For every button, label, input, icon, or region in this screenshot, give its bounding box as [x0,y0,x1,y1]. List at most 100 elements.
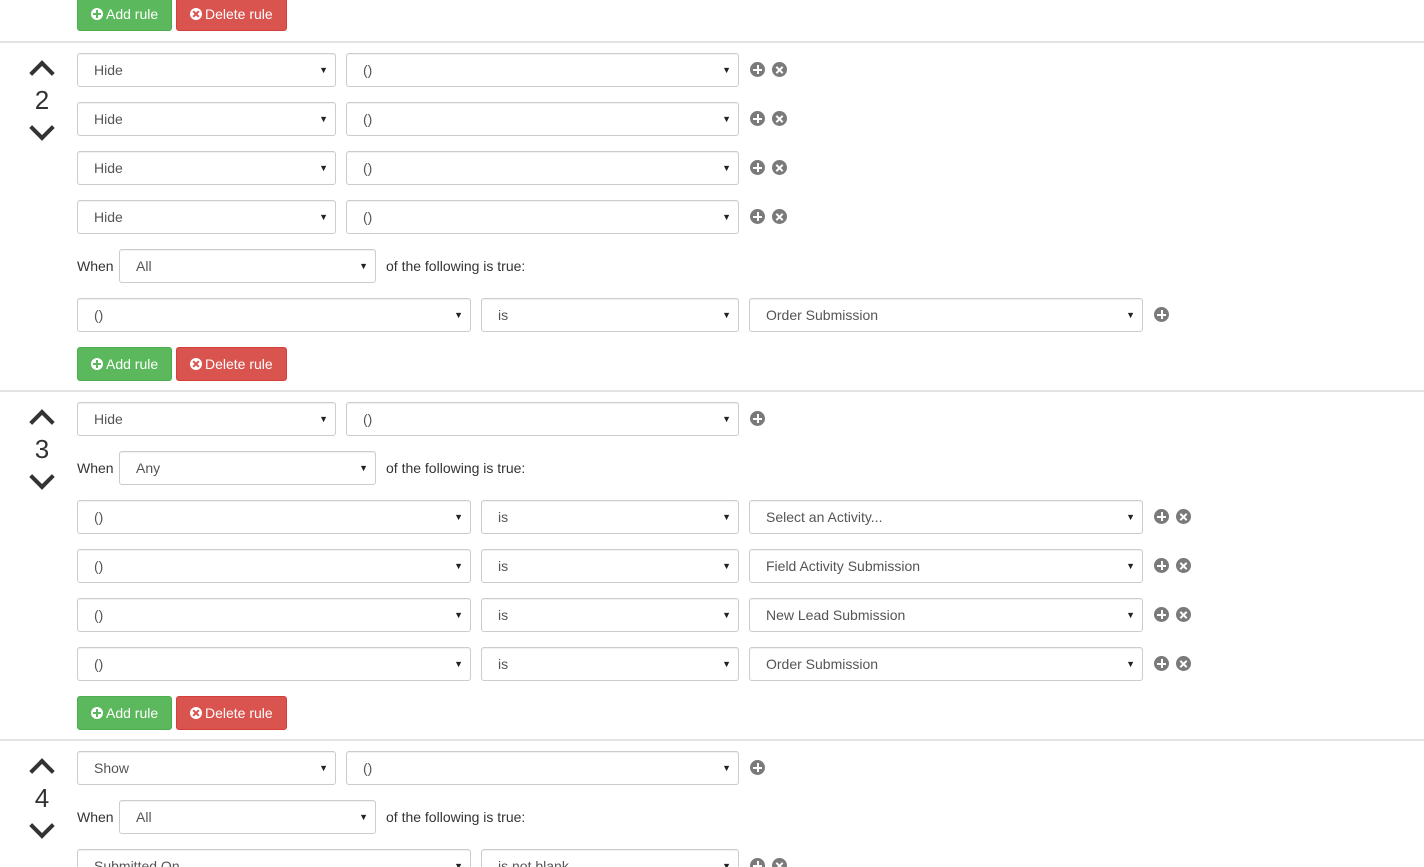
add-condition-icon[interactable] [1154,558,1169,573]
condition-field-select[interactable]: () ▼ [77,647,471,681]
caret-down-icon: ▼ [722,561,731,571]
chevron-down-icon[interactable] [29,115,55,141]
condition-operator-select[interactable]: is not blank ▼ [481,849,739,867]
add-condition-icon[interactable] [1154,656,1169,671]
caret-down-icon: ▼ [722,212,731,222]
caret-down-icon: ▼ [722,512,731,522]
caret-down-icon: ▼ [722,310,731,320]
condition-field-select[interactable]: Submitted On ▼ [77,849,471,867]
condition-operator-select[interactable]: is ▼ [481,298,739,332]
match-select[interactable]: All ▼ [119,249,376,283]
rule-number: 2 [34,85,50,115]
remove-action-icon[interactable] [772,62,787,77]
condition-value-select[interactable]: Order Submission ▼ [749,647,1143,681]
caret-down-icon: ▼ [1126,512,1135,522]
add-condition-icon[interactable] [1154,509,1169,524]
caret-down-icon: ▼ [319,414,328,424]
caret-down-icon: ▼ [359,812,368,822]
rules-editor: Add rule Delete rule 2 Hide ▼ () ▼ Hide ▼ (… [0,0,1424,867]
match-select[interactable]: All ▼ [119,800,376,834]
caret-down-icon: ▼ [722,610,731,620]
add-action-icon[interactable] [750,160,765,175]
condition-operator-select[interactable]: is ▼ [481,647,739,681]
condition-operator-select[interactable]: is ▼ [481,598,739,632]
caret-down-icon: ▼ [454,561,463,571]
when-label: When [77,460,114,476]
match-select[interactable]: Any ▼ [119,451,376,485]
caret-down-icon: ▼ [1126,610,1135,620]
condition-field-select[interactable]: () ▼ [77,549,471,583]
target-select[interactable]: () ▼ [346,402,739,436]
caret-down-icon: ▼ [722,163,731,173]
times-circle-icon [190,707,202,719]
caret-down-icon: ▼ [454,861,463,867]
condition-intro-label: of the following is true: [386,460,526,476]
condition-operator-select[interactable]: is ▼ [481,549,739,583]
caret-down-icon: ▼ [319,114,328,124]
caret-down-icon: ▼ [722,414,731,424]
remove-action-icon[interactable] [772,111,787,126]
chevron-down-icon[interactable] [29,464,55,490]
condition-value-select[interactable]: Field Activity Submission ▼ [749,549,1143,583]
action-select[interactable]: Hide ▼ [77,200,336,234]
condition-intro-label: of the following is true: [386,258,526,274]
action-select[interactable]: Hide ▼ [77,402,336,436]
add-action-icon[interactable] [750,411,765,426]
caret-down-icon: ▼ [722,763,731,773]
action-select[interactable]: Hide ▼ [77,102,336,136]
chevron-down-icon[interactable] [29,813,55,839]
chevron-up-icon[interactable] [29,409,55,435]
plus-circle-icon [91,8,103,20]
action-select[interactable]: Hide ▼ [77,53,336,87]
caret-down-icon: ▼ [722,861,731,867]
condition-field-select[interactable]: () ▼ [77,298,471,332]
rule-divider [0,390,1424,392]
delete-rule-button[interactable]: Delete rule [176,0,287,31]
caret-down-icon: ▼ [722,65,731,75]
target-select[interactable]: () ▼ [346,53,739,87]
caret-down-icon: ▼ [454,610,463,620]
add-rule-button[interactable]: Add rule [77,0,173,31]
times-circle-icon [190,8,202,20]
delete-rule-button[interactable]: Delete rule [176,696,287,730]
target-select[interactable]: () ▼ [346,751,739,785]
plus-circle-icon [91,358,103,370]
add-action-icon[interactable] [750,209,765,224]
add-rule-button[interactable]: Add rule [77,347,173,381]
condition-operator-select[interactable]: is ▼ [481,500,739,534]
times-circle-icon [190,358,202,370]
condition-intro-label: of the following is true: [386,809,526,825]
condition-value-select[interactable]: Order Submission ▼ [749,298,1143,332]
add-rule-button[interactable]: Add rule [77,696,173,730]
caret-down-icon: ▼ [359,261,368,271]
condition-field-select[interactable]: () ▼ [77,500,471,534]
caret-down-icon: ▼ [319,763,328,773]
target-select[interactable]: () ▼ [346,102,739,136]
target-select[interactable]: () ▼ [346,200,739,234]
action-select[interactable]: Hide ▼ [77,151,336,185]
remove-condition-icon[interactable] [1176,607,1191,622]
action-select[interactable]: Show ▼ [77,751,336,785]
add-action-icon[interactable] [750,111,765,126]
add-action-icon[interactable] [750,760,765,775]
add-condition-icon[interactable] [1154,607,1169,622]
add-action-icon[interactable] [750,62,765,77]
remove-condition-icon[interactable] [1176,558,1191,573]
chevron-up-icon[interactable] [29,758,55,784]
condition-value-select[interactable]: Select an Activity... ▼ [749,500,1143,534]
add-condition-icon[interactable] [750,858,765,867]
rule-divider [0,739,1424,741]
remove-action-icon[interactable] [772,209,787,224]
condition-field-select[interactable]: () ▼ [77,598,471,632]
target-select[interactable]: () ▼ [346,151,739,185]
condition-value-select[interactable]: New Lead Submission ▼ [749,598,1143,632]
remove-condition-icon[interactable] [1176,509,1191,524]
delete-rule-button[interactable]: Delete rule [176,347,287,381]
plus-circle-icon [91,707,103,719]
add-condition-icon[interactable] [1154,307,1169,322]
chevron-up-icon[interactable] [29,60,55,86]
caret-down-icon: ▼ [722,114,731,124]
remove-condition-icon[interactable] [1176,656,1191,671]
remove-condition-icon[interactable] [772,858,787,867]
remove-action-icon[interactable] [772,160,787,175]
